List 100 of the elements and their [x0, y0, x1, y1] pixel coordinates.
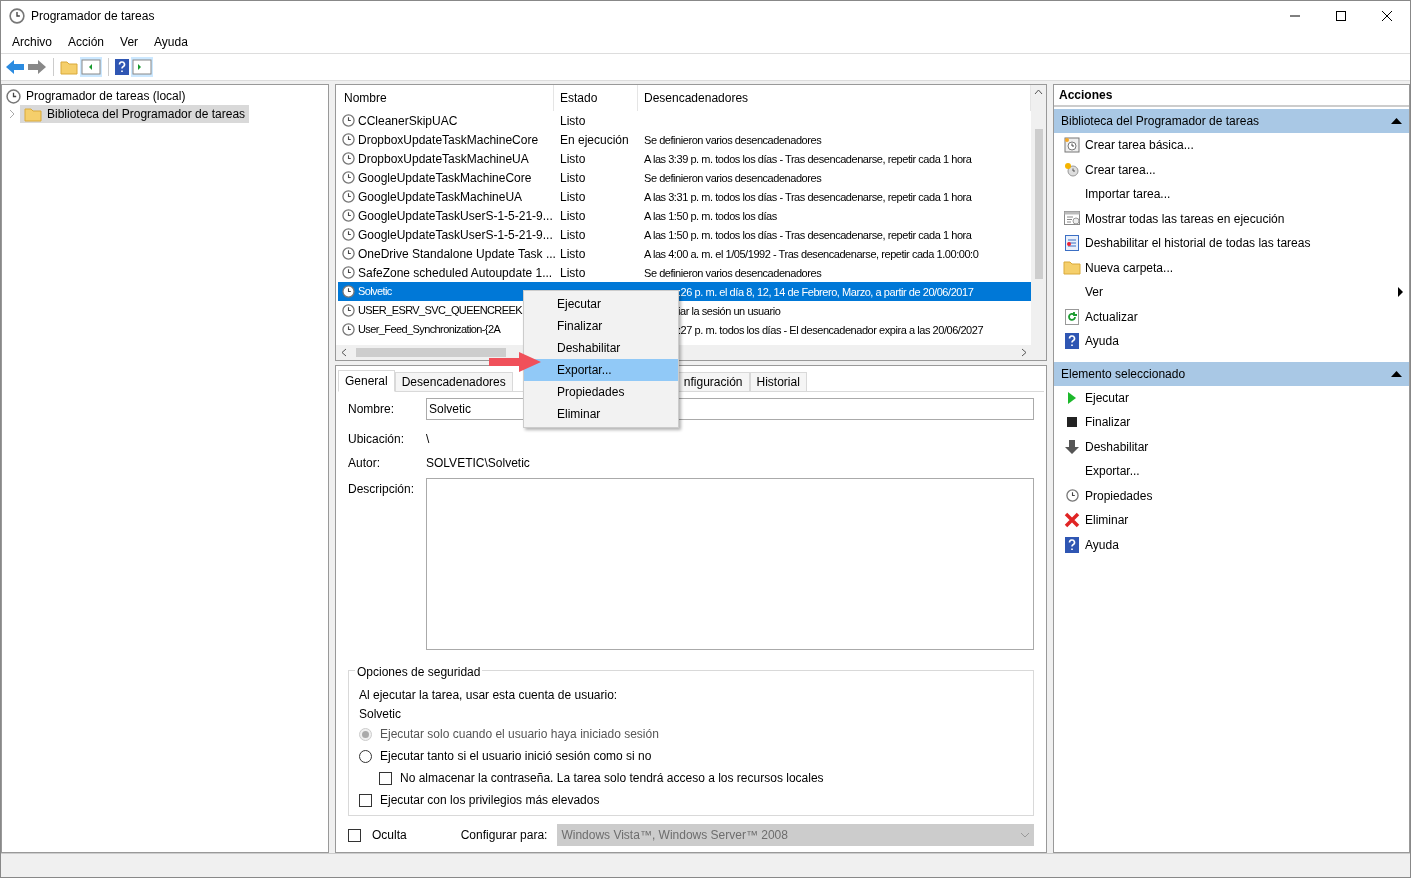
action-link[interactable]: Ver [1085, 283, 1103, 302]
vertical-scrollbar[interactable] [1031, 85, 1046, 345]
menu-item[interactable]: Ver [113, 33, 146, 51]
action-link[interactable]: Crear tarea básica... [1085, 136, 1194, 155]
task-name[interactable]: USER_ESRV_SVC_QUEENCREEK [358, 302, 522, 319]
checkbox[interactable] [359, 793, 372, 807]
calendar-clock-icon [1064, 137, 1080, 154]
action-link[interactable]: Finalizar [1085, 413, 1131, 432]
pane-toggle-icon[interactable] [80, 57, 102, 77]
task-name[interactable]: CCleanerSkipUAC [358, 111, 458, 130]
star-clock-icon [1064, 161, 1080, 178]
action-link[interactable]: Propiedades [1085, 486, 1153, 505]
menu-item[interactable]: Acción [61, 33, 112, 51]
menu-item[interactable]: Archivo [5, 33, 59, 51]
help-icon [115, 59, 129, 75]
folder-icon [1063, 260, 1081, 276]
column-header[interactable]: Estado [554, 85, 638, 111]
refresh-icon [1065, 308, 1079, 325]
action-link[interactable]: Ejecutar [1085, 388, 1130, 407]
panel-title: Acciones [1054, 85, 1409, 107]
pane-toggle-icon[interactable] [131, 57, 153, 77]
tab[interactable]: Historial [749, 372, 807, 392]
task-trigger: A las 3:31 p. m. todos los días - Tras desencadenarse, repetir cada 1 hora [644, 190, 972, 203]
menu-item[interactable]: Deshabilitar [524, 337, 678, 359]
clock-icon [342, 114, 355, 127]
task-status: Listo [560, 246, 586, 261]
close-icon[interactable] [1382, 11, 1392, 21]
task-status: Listo [560, 170, 586, 185]
clock-icon [342, 152, 355, 165]
clock-icon [342, 190, 355, 203]
task-name[interactable]: GoogleUpdateTaskMachineUA [358, 187, 523, 206]
task-name[interactable]: SafeZone scheduled Autoupdate 1... [358, 263, 553, 282]
task-name[interactable]: GoogleUpdateTaskUserS-1-5-21-9... [358, 225, 553, 244]
task-name[interactable]: GoogleUpdateTaskMachineCore [358, 168, 532, 187]
field-label: Ubicación: [348, 431, 406, 448]
maximize-icon[interactable] [1336, 11, 1346, 21]
task-name[interactable]: OneDrive Standalone Update Task ... [358, 244, 556, 263]
checkbox[interactable] [379, 771, 392, 785]
action-link[interactable]: Actualizar [1085, 307, 1138, 326]
menu-item[interactable]: Ejecutar [524, 293, 678, 315]
task-name[interactable]: DropboxUpdateTaskMachineUA [358, 149, 529, 168]
task-trigger: A las 1:50 p. m. todos los días [644, 209, 777, 222]
task-status: Listo [560, 113, 586, 128]
task-trigger: A las 4:00 a. m. el 1/05/1992 - Tras desencadenarse, repetir cada 1.00:00:0 [644, 247, 979, 260]
tree-item[interactable]: Biblioteca del Programador de tareas [20, 105, 250, 123]
forward-arrow-icon[interactable] [27, 59, 47, 75]
clock-icon [342, 304, 355, 317]
tree-item[interactable]: Programador de tareas (local) [6, 87, 189, 105]
checkbox[interactable] [348, 828, 361, 842]
task-status: Listo [560, 208, 586, 223]
action-link[interactable]: Ayuda [1085, 535, 1119, 554]
notepad-icon [1065, 235, 1079, 252]
action-link[interactable]: Exportar... [1085, 462, 1140, 481]
task-status: En ejecución [560, 132, 629, 147]
app-clock-icon [9, 8, 25, 24]
help-icon [1065, 333, 1079, 350]
scroll-left-icon[interactable] [340, 348, 348, 357]
chevron-icon[interactable] [8, 109, 16, 119]
task-trigger: :27 p. m. todos los días - El desencadenador expira a las 20/06/2027 [678, 323, 984, 336]
task-trigger: A las 3:39 p. m. todos los días - Tras desencadenarse, repetir cada 1 hora [644, 152, 972, 165]
action-link[interactable]: Deshabilitar [1085, 437, 1149, 456]
collapse-caret-icon[interactable] [1391, 118, 1402, 124]
task-trigger: :26 p. m. el día 8, 12, 14 de Febrero, Marzo, a partir de 20/06/2017 [678, 285, 974, 298]
field-value: \ [426, 431, 430, 448]
clock-icon [342, 266, 355, 279]
tab[interactable]: nfiguración [676, 372, 750, 392]
action-link[interactable]: Nueva carpeta... [1085, 258, 1174, 277]
action-link[interactable]: Eliminar [1085, 511, 1129, 530]
task-trigger: Se definieron varios desencadenadores [644, 171, 822, 184]
task-name[interactable]: User_Feed_Synchronization-{2A [358, 321, 501, 338]
task-status: Listo [560, 189, 586, 204]
checkbox-label: Oculta [372, 827, 407, 844]
field-value: SOLVETIC\Solvetic [426, 455, 530, 472]
action-link[interactable]: Crear tarea... [1085, 160, 1156, 179]
action-link[interactable]: Ayuda [1085, 332, 1119, 351]
back-arrow-icon[interactable] [5, 59, 25, 75]
task-status: Listo [560, 265, 586, 280]
collapse-caret-icon[interactable] [1391, 370, 1402, 377]
menu-item[interactable]: Ayuda [147, 33, 195, 51]
task-status: Listo [560, 151, 586, 166]
menu-item[interactable]: Exportar... [524, 359, 678, 381]
radio-button[interactable] [359, 749, 372, 763]
tab[interactable]: General [338, 370, 395, 392]
stop-icon [1067, 417, 1077, 428]
clock-icon [342, 285, 355, 298]
task-name[interactable]: DropboxUpdateTaskMachineCore [358, 130, 539, 149]
down-arrow-icon [1065, 439, 1079, 454]
action-link[interactable]: Mostrar todas las tareas en ejecución [1085, 209, 1285, 228]
description-field[interactable] [426, 478, 1034, 650]
action-link[interactable]: Deshabilitar el historial de todas las tareas [1085, 234, 1311, 253]
clock-icon [6, 88, 21, 104]
tab[interactable]: Desencadenadores [394, 372, 513, 392]
task-name[interactable]: GoogleUpdateTaskUserS-1-5-21-9... [358, 206, 553, 225]
action-link[interactable]: Importar tarea... [1085, 185, 1171, 204]
option-label: Ejecutar con los privilegios más elevados [380, 792, 600, 809]
menu-item[interactable]: Finalizar [524, 315, 678, 337]
scroll-right-icon[interactable] [1020, 348, 1028, 357]
task-trigger: Se definieron varios desencadenadores [644, 266, 822, 279]
task-name[interactable]: Solvetic [358, 283, 392, 300]
column-header[interactable]: Nombre [338, 85, 554, 111]
